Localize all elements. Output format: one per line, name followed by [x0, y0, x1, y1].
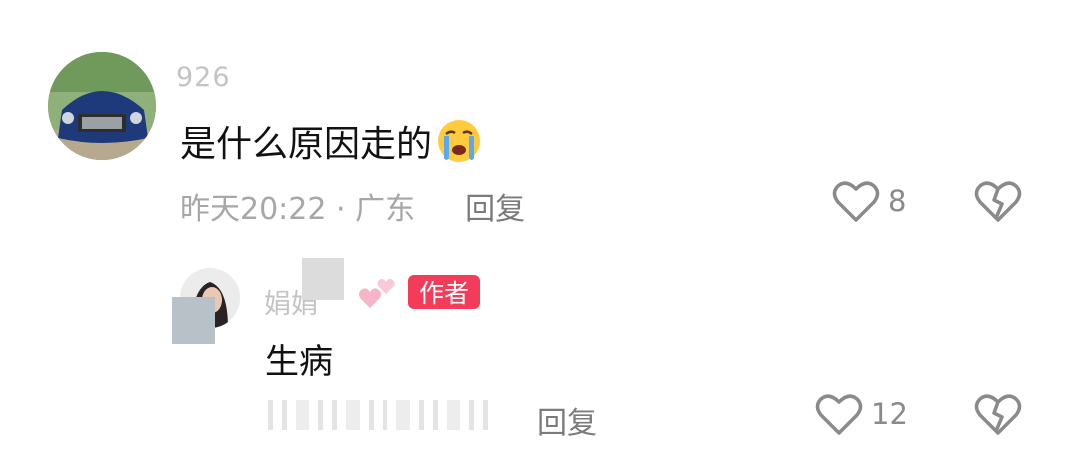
reply-button[interactable]: 回复	[465, 184, 525, 228]
heart-outline-icon	[815, 394, 863, 435]
reply-comment-text: 生病	[265, 342, 333, 382]
like-button[interactable]: 12	[815, 391, 908, 437]
broken-heart-icon	[974, 181, 1022, 222]
privacy-mosaic	[302, 258, 344, 300]
blurred-time-location	[268, 398, 489, 432]
comment-meta: 昨天20:22 · 广东 回复	[180, 184, 525, 228]
dislike-button[interactable]	[974, 178, 1022, 228]
like-count: 8	[888, 184, 907, 218]
privacy-mosaic	[172, 297, 215, 344]
commenter-username[interactable]: 926	[176, 62, 231, 93]
crying-face-emoji-icon	[438, 120, 481, 162]
dislike-button[interactable]	[974, 391, 1022, 441]
broken-heart-icon	[974, 394, 1022, 435]
commenter-avatar[interactable]	[48, 52, 156, 160]
comment-time-location: 昨天20:22 · 广东	[180, 192, 416, 227]
comment-text: 是什么原因走的	[180, 115, 482, 167]
heart-outline-icon	[832, 181, 880, 222]
author-badge: 作者	[408, 275, 480, 309]
like-count: 12	[871, 397, 908, 431]
reply-button[interactable]: 回复	[537, 398, 597, 442]
two-hearts-emoji-icon	[359, 278, 395, 308]
like-button[interactable]: 8	[832, 178, 906, 224]
comment-body: 是什么原因走的	[180, 124, 433, 165]
